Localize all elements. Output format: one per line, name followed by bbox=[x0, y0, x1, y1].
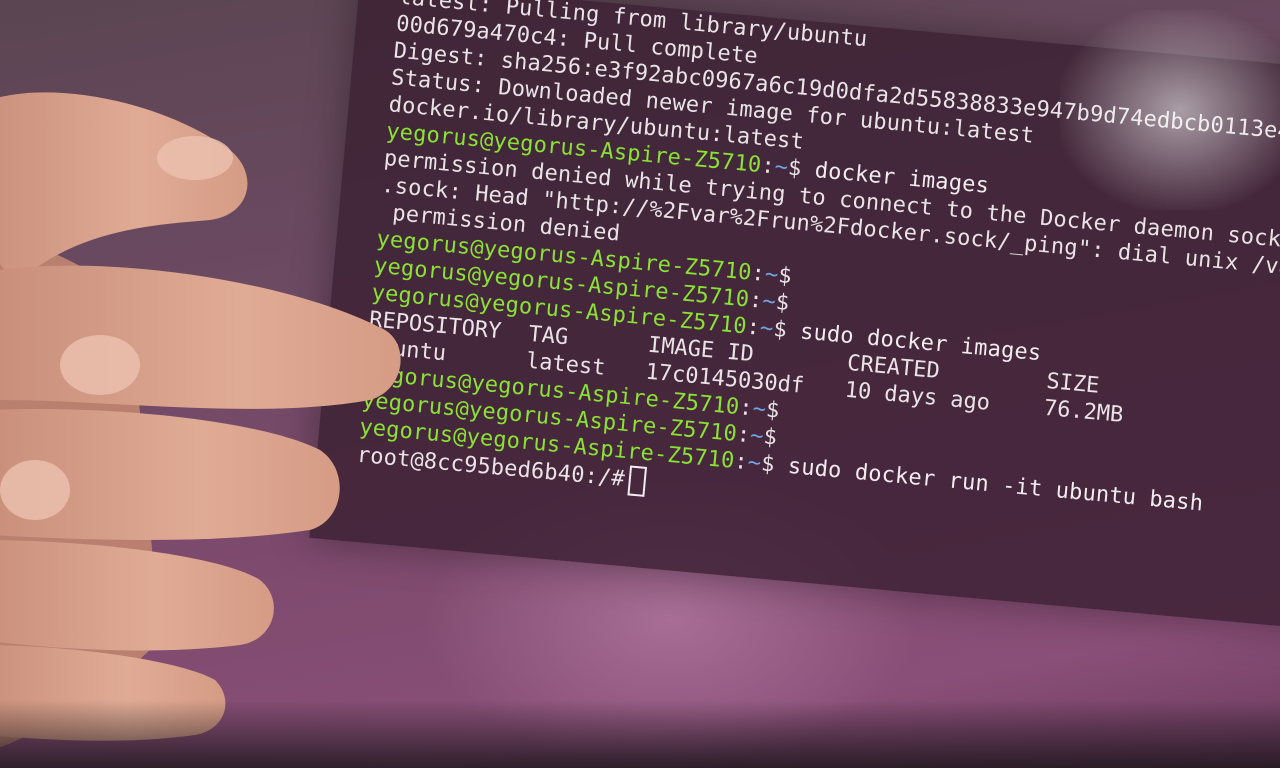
desk-shadow bbox=[0, 700, 1280, 768]
hand-in-photo bbox=[0, 92, 401, 748]
text-cursor bbox=[627, 465, 647, 497]
window-glare bbox=[1060, 10, 1280, 210]
photo-scene: latest: Pulling from library/ubuntu 00d6… bbox=[0, 0, 1280, 768]
